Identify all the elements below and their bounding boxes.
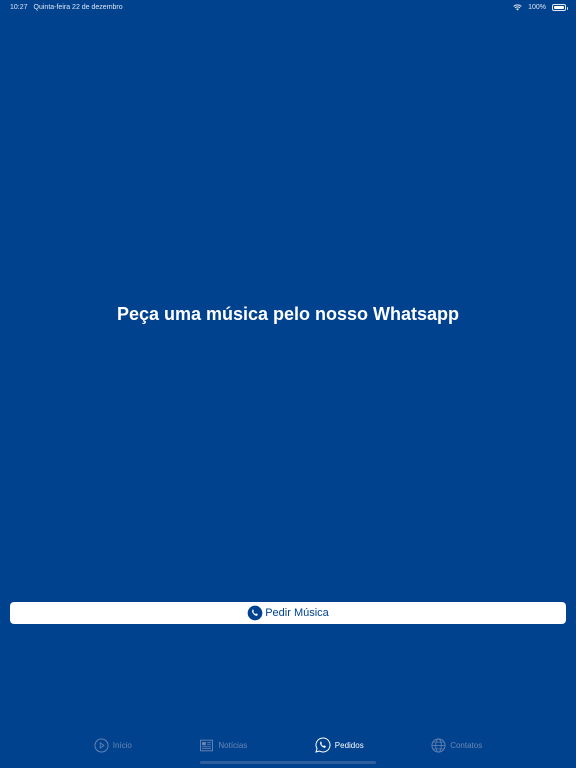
tab-pedidos-label: Pedidos xyxy=(334,740,364,750)
request-song-button[interactable]: Pedir Música xyxy=(10,602,566,624)
tab-bar: Início Notícias Pedidos Contatos xyxy=(0,732,576,758)
tab-pedidos[interactable]: Pedidos xyxy=(315,737,364,753)
whatsapp-icon xyxy=(247,605,263,621)
status-right: 100% xyxy=(513,3,568,11)
battery-fill xyxy=(554,5,564,9)
tab-contatos[interactable]: Contatos xyxy=(431,738,482,753)
request-song-label: Pedir Música xyxy=(265,607,329,619)
battery-percent: 100% xyxy=(528,3,546,11)
home-indicator xyxy=(200,761,376,764)
tab-noticias[interactable]: Notícias xyxy=(199,738,247,753)
status-bar: 10:27 Quinta-feira 22 de dezembro 100% xyxy=(0,0,576,14)
tab-inicio-label: Início xyxy=(112,740,132,750)
page-headline: Peça uma música pelo nosso Whatsapp xyxy=(116,304,460,324)
newspaper-icon xyxy=(199,738,214,753)
status-date: Quinta-feira 22 de dezembro xyxy=(33,3,123,11)
battery-icon xyxy=(552,3,568,11)
tab-inicio[interactable]: Início xyxy=(94,737,132,753)
status-time: 10:27 xyxy=(10,3,28,11)
status-left: 10:27 Quinta-feira 22 de dezembro xyxy=(10,4,123,11)
play-circle-icon xyxy=(94,737,109,753)
tab-contatos-label: Contatos xyxy=(450,740,483,750)
globe-icon xyxy=(431,738,446,753)
whatsapp-icon xyxy=(315,737,331,753)
wifi-icon xyxy=(513,3,522,11)
tab-noticias-label: Notícias xyxy=(218,740,248,750)
